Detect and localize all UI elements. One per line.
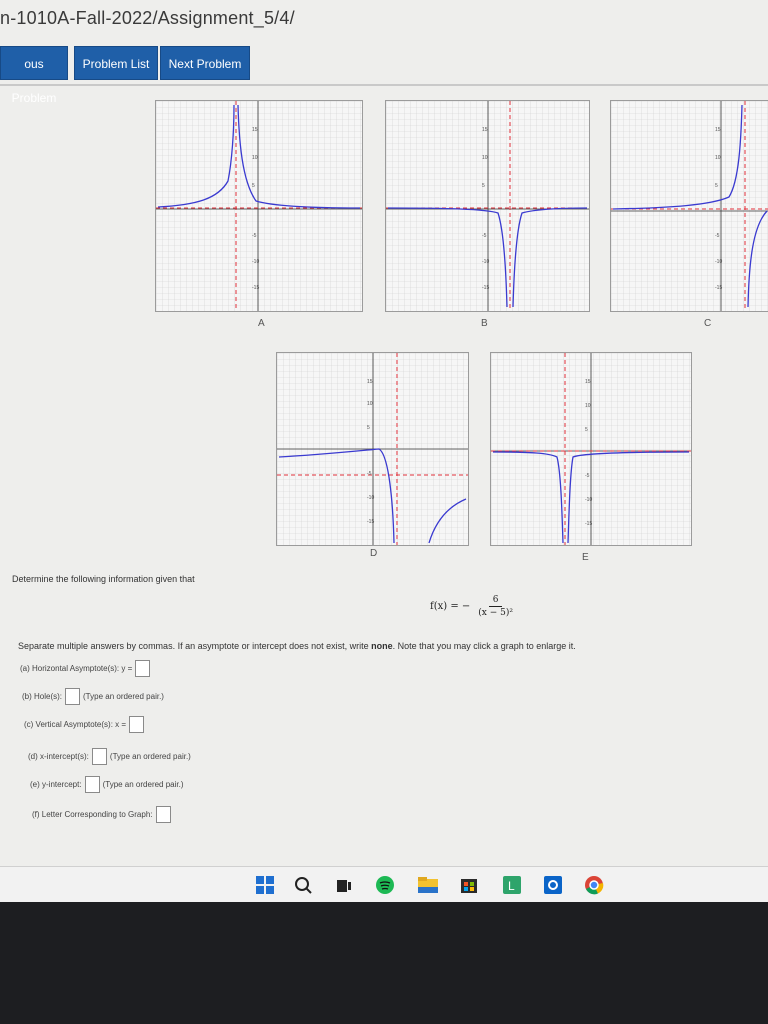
svg-text:5: 5 <box>252 183 255 189</box>
svg-text:-10: -10 <box>367 495 374 501</box>
svg-text:-10: -10 <box>252 259 259 265</box>
graph-d-plot: 15 10 5 -5 -10 -15 <box>277 353 468 545</box>
graph-a-letter: A <box>258 318 265 329</box>
question-a: (a) Horizontal Asymptote(s): y = <box>20 660 151 677</box>
svg-text:-15: -15 <box>715 285 722 291</box>
question-f-label: (f) Letter Corresponding to Graph: <box>32 810 153 819</box>
svg-text:-5: -5 <box>252 233 257 239</box>
store-icon[interactable] <box>459 875 479 895</box>
graph-letter-input[interactable] <box>155 806 171 823</box>
function-formula: f(x) = − 6 (x − 5)² <box>430 594 517 619</box>
graph-b-plot: 15 10 5 -5 -10 -15 <box>386 101 589 311</box>
svg-text:10: 10 <box>585 403 591 409</box>
browser-viewport: n-1010A-Fall-2022/Assignment_5/4/ ous Pr… <box>0 0 768 866</box>
svg-text:L: L <box>508 879 515 893</box>
next-problem-button[interactable]: Next Problem <box>160 46 250 80</box>
question-f: (f) Letter Corresponding to Graph: <box>32 806 171 823</box>
y-intercept-input[interactable] <box>84 776 100 793</box>
instructions-none: none <box>371 641 393 651</box>
svg-text:15: 15 <box>585 379 591 385</box>
svg-text:-5: -5 <box>482 233 487 239</box>
function-numerator: 6 <box>488 594 503 607</box>
svg-text:-15: -15 <box>367 519 374 525</box>
function-denominator: (x − 5)² <box>478 608 513 618</box>
graph-e-letter: E <box>582 552 589 563</box>
graph-a-plot: 15 10 5 -5 -10 -15 <box>156 101 362 311</box>
graph-e[interactable]: 15 10 5 -5 -10 -15 <box>490 352 692 546</box>
svg-text:15: 15 <box>252 127 258 133</box>
svg-text:15: 15 <box>482 127 488 133</box>
graph-c-letter: C <box>704 318 712 329</box>
svg-text:15: 15 <box>367 379 373 385</box>
graph-e-plot: 15 10 5 -5 -10 -15 <box>491 353 691 545</box>
svg-text:-15: -15 <box>252 285 259 291</box>
taskbar: L <box>0 866 768 903</box>
svg-text:-15: -15 <box>482 285 489 291</box>
problem-list-button[interactable]: Problem List <box>74 46 158 80</box>
question-a-label: (a) Horizontal Asymptote(s): y = <box>20 664 133 673</box>
graph-d-letter: D <box>370 548 378 559</box>
svg-text:10: 10 <box>715 155 721 161</box>
spotify-icon[interactable] <box>375 875 395 895</box>
divider <box>0 84 768 86</box>
svg-text:15: 15 <box>715 127 721 133</box>
svg-text:10: 10 <box>367 401 373 407</box>
question-e-label: (e) y-intercept: <box>30 780 82 789</box>
x-intercept-input[interactable] <box>91 748 107 765</box>
function-lhs: f(x) = − <box>430 601 471 612</box>
question-e-hint: (Type an ordered pair.) <box>102 780 184 789</box>
question-e: (e) y-intercept: (Type an ordered pair.) <box>30 776 184 793</box>
launcher-icon[interactable]: L <box>502 875 522 895</box>
graph-d[interactable]: 15 10 5 -5 -10 -15 <box>276 352 469 546</box>
search-icon[interactable] <box>293 875 313 895</box>
svg-text:-10: -10 <box>482 259 489 265</box>
svg-text:-5: -5 <box>367 471 372 477</box>
function-fraction: 6 (x − 5)² <box>474 594 517 619</box>
graph-a[interactable]: 15 10 5 -5 -10 -15 <box>155 100 363 312</box>
horizontal-asymptote-input[interactable] <box>135 660 151 677</box>
svg-text:5: 5 <box>482 183 485 189</box>
question-b-label: (b) Hole(s): <box>22 692 63 701</box>
question-d: (d) x-intercept(s): (Type an ordered pai… <box>28 748 191 765</box>
question-d-label: (d) x-intercept(s): <box>28 752 89 761</box>
graph-c[interactable]: 15 10 5 -5 -10 -15 <box>610 100 768 312</box>
question-c-label: (c) Vertical Asymptote(s): x = <box>24 720 127 729</box>
vertical-asymptote-input[interactable] <box>129 716 145 733</box>
instructions-text: Separate multiple answers by commas. If … <box>18 641 372 651</box>
svg-text:-5: -5 <box>715 233 720 239</box>
instructions: Separate multiple answers by commas. If … <box>18 641 576 651</box>
graph-b[interactable]: 15 10 5 -5 -10 -15 <box>385 100 590 312</box>
question-c: (c) Vertical Asymptote(s): x = <box>24 716 145 733</box>
svg-text:-10: -10 <box>585 497 592 503</box>
previous-problem-button[interactable]: ous Problem <box>0 46 68 105</box>
file-explorer-icon[interactable] <box>418 875 438 895</box>
instructions-text-end: . Note that you may click a graph to enl… <box>392 641 576 651</box>
monitor-bezel <box>0 902 768 1024</box>
problem-prompt: Determine the following information give… <box>12 574 195 584</box>
breadcrumb: n-1010A-Fall-2022/Assignment_5/4/ <box>0 8 295 28</box>
graph-c-plot: 15 10 5 -5 -10 -15 <box>611 101 768 311</box>
graph-b-letter: B <box>481 318 488 329</box>
question-b-hint: (Type an ordered pair.) <box>83 692 164 701</box>
outlook-icon[interactable] <box>543 875 563 895</box>
svg-text:5: 5 <box>367 425 370 431</box>
svg-text:5: 5 <box>715 183 718 189</box>
svg-text:10: 10 <box>252 155 258 161</box>
chrome-icon[interactable] <box>584 875 604 895</box>
question-d-hint: (Type an ordered pair.) <box>109 752 191 761</box>
task-view-icon[interactable] <box>334 875 354 895</box>
svg-text:10: 10 <box>482 155 488 161</box>
svg-text:-10: -10 <box>715 259 722 265</box>
hole-input[interactable] <box>65 688 81 705</box>
svg-text:5: 5 <box>585 427 588 433</box>
svg-text:-5: -5 <box>585 473 590 479</box>
question-b: (b) Hole(s): (Type an ordered pair.) <box>22 688 164 705</box>
windows-icon[interactable] <box>255 875 275 895</box>
svg-text:-15: -15 <box>585 521 592 527</box>
